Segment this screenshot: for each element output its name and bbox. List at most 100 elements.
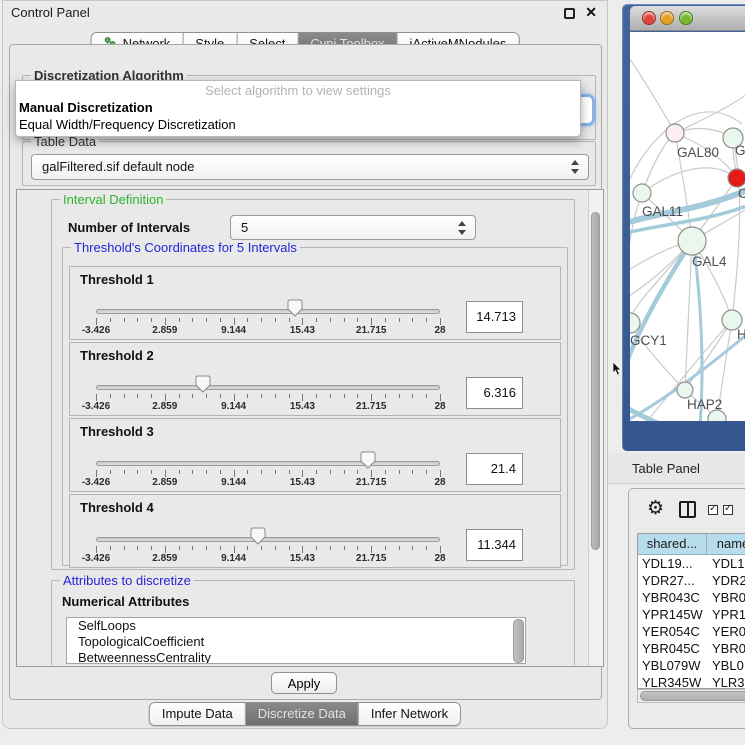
cell-name[interactable]: YLR3 <box>707 674 745 689</box>
threshold-slider-track[interactable] <box>96 461 440 466</box>
slider-minor-tick <box>385 394 386 398</box>
mac-zoom-button[interactable] <box>679 11 693 25</box>
slider-minor-tick <box>206 318 207 322</box>
cell-name[interactable]: YDR2 <box>707 572 745 589</box>
slider-minor-tick <box>247 318 248 322</box>
attribute-item-selfloops[interactable]: SelfLoops <box>67 618 525 634</box>
table-row[interactable]: YPR145WYPR1 <box>638 606 745 623</box>
table-hscrollbar-thumb[interactable] <box>640 691 745 701</box>
slider-minor-tick <box>137 394 138 398</box>
cell-shared-name[interactable]: YBR043C <box>638 589 707 606</box>
tab-infer-network[interactable]: Infer Network <box>358 703 460 725</box>
cell-shared-name[interactable]: YBL079W <box>638 657 707 674</box>
column-header-shared-name[interactable]: shared... <box>638 534 707 554</box>
cell-shared-name[interactable]: YDL19... <box>638 555 707 572</box>
cell-name[interactable]: YDL1 <box>707 555 745 572</box>
attribute-item-betweennesscentrality[interactable]: BetweennessCentrality <box>67 650 525 664</box>
slider-minor-tick <box>151 470 152 474</box>
slider-minor-tick <box>289 318 290 322</box>
network-node[interactable] <box>666 124 684 142</box>
tab-discretize-data[interactable]: Discretize Data <box>245 703 358 725</box>
slider-major-tick <box>440 318 441 325</box>
network-canvas[interactable]: GAL80GACGAL11GAL4GCY1HHAP2 <box>630 32 745 421</box>
slider-minor-tick <box>399 470 400 474</box>
close-icon[interactable]: ✕ <box>585 4 597 21</box>
dropdown-option-equal-width[interactable]: Equal Width/Frequency Discretization <box>16 117 580 132</box>
table-row[interactable]: YDR27...YDR2 <box>638 572 745 589</box>
number-of-intervals-select[interactable]: 5 <box>230 215 476 240</box>
slider-tick-label: 28 <box>410 553 470 564</box>
network-node[interactable] <box>677 382 693 398</box>
threshold-value-field[interactable]: 21.4 <box>466 453 523 485</box>
slider-minor-tick <box>151 394 152 398</box>
slider-minor-tick <box>316 318 317 322</box>
network-node[interactable] <box>728 169 745 187</box>
cell-name[interactable]: YPR1 <box>707 606 745 623</box>
threshold-slider-thumb[interactable] <box>195 375 211 393</box>
checkbox-icon[interactable] <box>708 505 718 515</box>
slider-minor-tick <box>357 470 358 474</box>
attribute-item-topologicalcoefficient[interactable]: TopologicalCoefficient <box>67 634 525 650</box>
slider-tick-label: 28 <box>410 477 470 488</box>
slider-minor-tick <box>137 470 138 474</box>
threshold-value-field[interactable]: 14.713 <box>466 301 523 333</box>
threshold-slider-track[interactable] <box>96 537 440 542</box>
network-node[interactable] <box>678 227 706 255</box>
threshold-value-field[interactable]: 6.316 <box>466 377 523 409</box>
table-data-selected-value: galFiltered.sif default node <box>42 159 194 174</box>
slider-tick-label: 21.715 <box>341 325 401 336</box>
slider-minor-tick <box>412 546 413 550</box>
slider-major-tick <box>96 318 97 325</box>
cell-name[interactable]: YER0 <box>707 623 745 640</box>
cell-shared-name[interactable]: YLR345W <box>638 674 707 689</box>
table-row[interactable]: YDL19...YDL1 <box>638 555 745 572</box>
slider-minor-tick <box>124 318 125 322</box>
threshold-slider-thumb[interactable] <box>287 299 303 317</box>
network-view-window[interactable]: GAL80GACGAL11GAL4GCY1HHAP2 <box>622 4 745 451</box>
column-selector-icon[interactable] <box>679 501 696 518</box>
threshold-slider-track[interactable] <box>96 309 440 314</box>
cell-shared-name[interactable]: YBR045C <box>638 640 707 657</box>
threshold-label: Threshold 2 <box>80 348 154 363</box>
slider-minor-tick <box>426 394 427 398</box>
threshold-slider-thumb[interactable] <box>250 527 266 545</box>
mac-minimize-button[interactable] <box>660 11 674 25</box>
dropdown-hint: Select algorithm to view settings <box>16 83 580 98</box>
slider-major-tick <box>234 394 235 401</box>
cell-shared-name[interactable]: YDR27... <box>638 572 707 589</box>
table-row[interactable]: YBR045CYBR0 <box>638 640 745 657</box>
attributes-scrollbar[interactable] <box>513 619 524 663</box>
table-data-select[interactable]: galFiltered.sif default node <box>31 154 589 180</box>
tab-impute-data[interactable]: Impute Data <box>150 703 245 725</box>
slider-minor-tick <box>151 318 152 322</box>
mac-close-button[interactable] <box>642 11 656 25</box>
table-row[interactable]: YBL079WYBL0 <box>638 657 745 674</box>
cell-shared-name[interactable]: YER054C <box>638 623 707 640</box>
threshold-slider-thumb[interactable] <box>360 451 376 469</box>
threshold-slider-track[interactable] <box>96 385 440 390</box>
slider-minor-tick <box>179 546 180 550</box>
float-window-icon[interactable] <box>564 8 575 19</box>
cell-name[interactable]: YBR0 <box>707 589 745 606</box>
dropdown-option-manual-discretization[interactable]: Manual Discretization <box>16 100 580 115</box>
table-row[interactable]: YER054CYER0 <box>638 623 745 640</box>
network-window-titlebar[interactable] <box>630 6 745 31</box>
gear-icon[interactable]: ⚙ <box>647 497 664 519</box>
column-header-name[interactable]: name <box>707 534 745 554</box>
checkbox-icon[interactable] <box>723 505 733 515</box>
table-row[interactable]: YLR345WYLR3 <box>638 674 745 689</box>
network-node[interactable] <box>633 184 651 202</box>
threshold-value-field[interactable]: 11.344 <box>466 529 523 561</box>
slider-minor-tick <box>220 394 221 398</box>
cell-name[interactable]: YBR0 <box>707 640 745 657</box>
apply-button[interactable]: Apply <box>271 672 337 694</box>
slider-minor-tick <box>344 394 345 398</box>
cell-name[interactable]: YBL0 <box>707 657 745 674</box>
control-panel-titlebar: Control Panel ✕ <box>3 1 607 25</box>
slider-major-tick <box>96 470 97 477</box>
cell-shared-name[interactable]: YPR145W <box>638 606 707 623</box>
threshold-panel-2: Threshold 2-3.4262.8599.14415.4321.71528… <box>69 342 561 416</box>
slider-tick-label: 2.859 <box>135 553 195 564</box>
table-row[interactable]: YBR043CYBR0 <box>638 589 745 606</box>
settings-scrollbar-thumb[interactable] <box>591 212 600 550</box>
